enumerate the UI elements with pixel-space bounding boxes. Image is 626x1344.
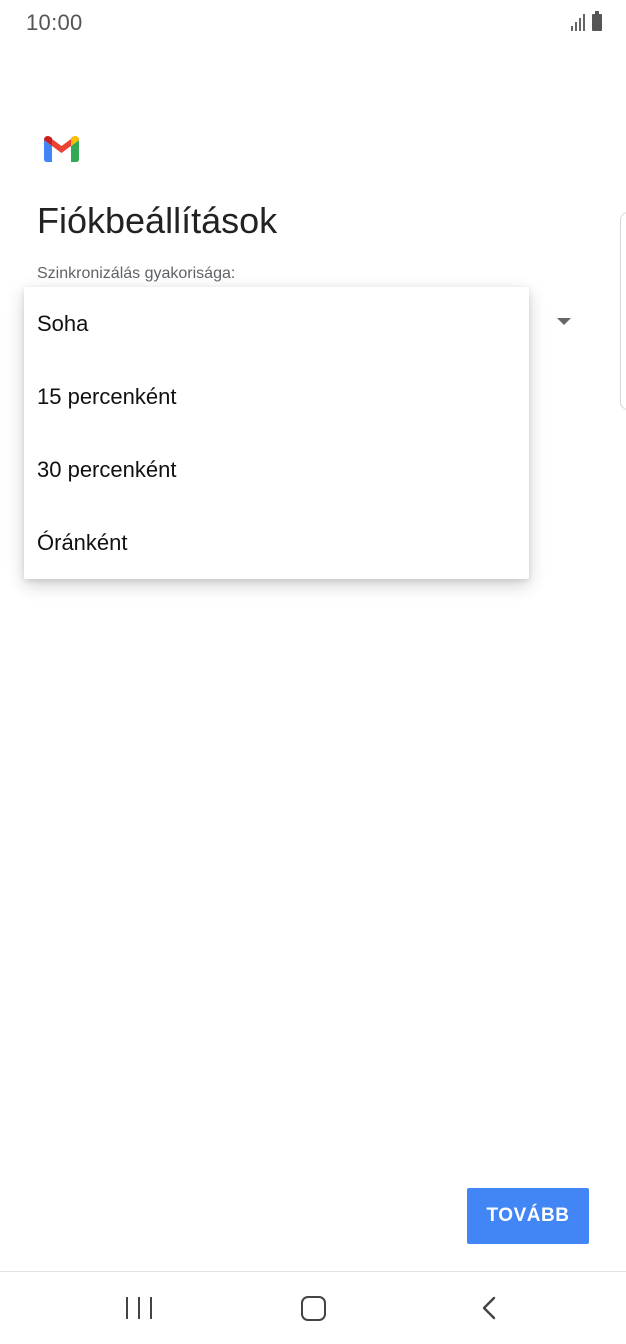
recent-apps-icon[interactable] <box>126 1297 152 1319</box>
status-icons <box>571 11 602 31</box>
screen: 10:00 Fiókbeállítások Szinkronizálás gya… <box>0 0 626 1344</box>
gmail-logo <box>44 136 79 162</box>
battery-icon <box>592 11 602 31</box>
menu-option-never[interactable]: Soha <box>37 311 88 337</box>
home-icon[interactable] <box>301 1296 326 1321</box>
sync-frequency-label: Szinkronizálás gyakorisága: <box>37 265 236 282</box>
menu-option-15-min[interactable]: 15 percenként <box>37 384 176 410</box>
menu-option-hourly[interactable]: Óránként <box>37 530 128 556</box>
back-icon[interactable] <box>478 1296 500 1320</box>
dropdown-arrow-icon[interactable] <box>557 318 571 325</box>
page-title: Fiókbeállítások <box>37 200 278 241</box>
edge-panel-handle[interactable] <box>620 212 626 410</box>
next-button[interactable]: TOVÁBB <box>467 1188 589 1244</box>
nav-divider <box>0 1271 626 1272</box>
signal-icon <box>571 14 585 31</box>
menu-option-30-min[interactable]: 30 percenként <box>37 457 176 483</box>
status-time: 10:00 <box>26 10 83 35</box>
sync-frequency-menu: Soha 15 percenként 30 percenként Óránkén… <box>24 287 529 579</box>
